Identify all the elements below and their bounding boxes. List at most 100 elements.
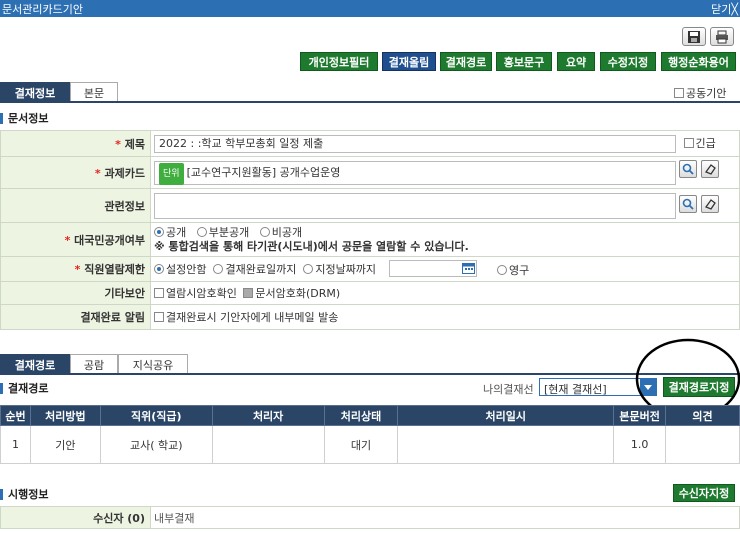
task-card-value: [교수연구지원활동] 공개수업운영 [186, 165, 341, 179]
cell-comment [665, 425, 740, 464]
cell-handler [211, 425, 325, 464]
public-open-label: 공개 [166, 225, 187, 239]
public-option-closed[interactable]: 비공개 [259, 225, 303, 239]
submit-approval-button[interactable]: 결재올림 [382, 52, 436, 71]
save-icon [688, 30, 700, 43]
approval-route-button[interactable]: 결재경로 [440, 52, 492, 71]
related-info-input[interactable] [154, 192, 676, 219]
col-seq: 순번 [0, 405, 31, 426]
joint-draft-checkbox[interactable] [674, 88, 684, 98]
tab-knowledge-share[interactable]: 지식공유 [118, 354, 188, 374]
related-search-button[interactable] [679, 195, 697, 213]
print-button[interactable] [710, 27, 734, 46]
col-method: 처리방법 [29, 405, 101, 426]
my-line-label: 나의결재선 [483, 383, 534, 396]
public-radio-open[interactable] [154, 226, 164, 237]
public-label: * 대국민공개여부 [0, 222, 151, 257]
security-label: 기타보안 [0, 281, 151, 305]
window-title: 문서관리카드기안 [2, 3, 83, 16]
printer-icon [716, 30, 728, 43]
staff-radio-permanent[interactable] [497, 265, 507, 275]
col-handler: 처리자 [211, 405, 325, 426]
cell-position: 교사( 학교) [99, 425, 213, 464]
public-closed-label: 비공개 [271, 225, 303, 239]
eraser-icon [704, 199, 716, 210]
tab-underline [0, 101, 740, 103]
related-info-label: 관련정보 [0, 188, 151, 223]
public-partial-label: 부분공개 [208, 225, 250, 239]
cell-seq: 1 [0, 425, 31, 464]
my-line-value: [현재 결재선] [544, 383, 607, 396]
urgent-label: 긴급 [695, 136, 716, 150]
task-clear-button[interactable] [701, 160, 719, 178]
joint-draft-option[interactable]: 공동기안 [674, 85, 726, 101]
staff-radio-none[interactable] [154, 264, 164, 274]
col-status: 처리상태 [323, 405, 399, 426]
privacy-filter-button[interactable]: 개인정보필터 [300, 52, 378, 71]
staff-radio-until-date[interactable] [303, 264, 314, 274]
notify-option[interactable]: 결재완료시 기안자에게 내부메일 발송 [154, 311, 338, 324]
staff-radio-until-done[interactable] [213, 264, 224, 274]
cell-status: 대기 [323, 425, 399, 464]
cell-version: 1.0 [613, 425, 667, 464]
public-option-open[interactable]: 공개 [154, 226, 186, 239]
security-drm-checkbox[interactable] [243, 288, 254, 298]
staff-option-until-date[interactable]: 지정날짜까지 [303, 263, 376, 276]
close-button[interactable]: 닫기╳ [711, 1, 738, 17]
title-input[interactable]: 2022 : :학교 학부모총회 일정 제출 [154, 134, 676, 153]
doc-info-heading: 문서정보 [0, 113, 48, 124]
notify-label: 결재완료 알림 [0, 304, 151, 330]
calendar-icon[interactable] [462, 262, 475, 277]
public-radio-closed[interactable] [259, 226, 270, 237]
recipient-label: 수신자 (0) [0, 506, 151, 529]
tab-approval-info[interactable]: 결재정보 [0, 82, 70, 102]
staff-view-label: * 직원열람제한 [0, 256, 151, 282]
joint-draft-label: 공동기안 [686, 87, 727, 100]
staff-until-done-label: 결재완료일까지 [225, 263, 297, 276]
col-datetime: 처리일시 [397, 405, 615, 426]
task-card-input[interactable]: 단위 [교수연구지원활동] 공개수업운영 [154, 160, 676, 185]
col-comment: 의견 [665, 405, 740, 426]
security-option-password[interactable]: 열람시암호확인 [154, 287, 237, 300]
tab-circulation[interactable]: 공람 [70, 354, 118, 374]
summary-button[interactable]: 요약 [557, 52, 595, 71]
task-badge: 단위 [159, 162, 184, 185]
table-row[interactable]: 1 기안 교사( 학교) 대기 1.0 [0, 425, 740, 464]
route-table: 순번 처리방법 직위(직급) 처리자 처리상태 처리일시 본문버전 의견 1 기… [0, 405, 740, 464]
cell-method: 기안 [29, 425, 101, 464]
staff-option-until-done[interactable]: 결재완료일까지 [213, 263, 296, 276]
tab-approval-route[interactable]: 결재경로 [0, 354, 70, 374]
route-heading: 결재경로 [0, 383, 48, 394]
cell-datetime [397, 425, 615, 464]
promo-text-button[interactable]: 홍보문구 [496, 52, 552, 71]
search-icon [682, 163, 694, 175]
urgent-checkbox[interactable] [683, 137, 694, 148]
assign-recipient-button[interactable]: 수신자지정 [673, 484, 735, 502]
notify-checkbox[interactable] [154, 312, 164, 322]
security-option-drm[interactable]: 문서암호화(DRM) [243, 287, 340, 300]
recipient-value: 내부결재 [150, 506, 740, 529]
save-button[interactable] [682, 27, 706, 46]
admin-terms-button[interactable]: 행정순화용어 [661, 52, 736, 71]
public-radio-partial[interactable] [196, 226, 207, 237]
public-note: ※ 통합검색을 통해 타기관(시도내)에서 공문을 열람할 수 있습니다. [154, 239, 469, 253]
staff-option-permanent[interactable]: 영구 [497, 262, 529, 278]
staff-permanent-label: 영구 [509, 264, 530, 277]
edit-assign-button[interactable]: 수정지정 [600, 52, 656, 71]
public-option-partial[interactable]: 부분공개 [196, 225, 250, 239]
security-drm-label: 문서암호화(DRM) [255, 287, 341, 300]
staff-until-date-label: 지정날짜까지 [315, 263, 377, 276]
window-titlebar: 문서관리카드기안 닫기╳ [0, 0, 740, 17]
task-search-button[interactable] [679, 160, 697, 178]
task-card-label: * 과제카드 [0, 156, 151, 189]
tab-body[interactable]: 본문 [70, 82, 118, 102]
urgent-option[interactable]: 긴급 [683, 136, 716, 150]
search-icon [682, 198, 694, 210]
col-version: 본문버전 [613, 405, 667, 426]
exec-heading: 시행정보 [0, 489, 48, 500]
route-tab-underline [0, 373, 740, 375]
notify-option-label: 결재완료시 기안자에게 내부메일 발송 [166, 311, 339, 324]
staff-option-none[interactable]: 설정안함 [154, 263, 206, 276]
related-clear-button[interactable] [701, 195, 719, 213]
security-password-checkbox[interactable] [154, 288, 164, 298]
